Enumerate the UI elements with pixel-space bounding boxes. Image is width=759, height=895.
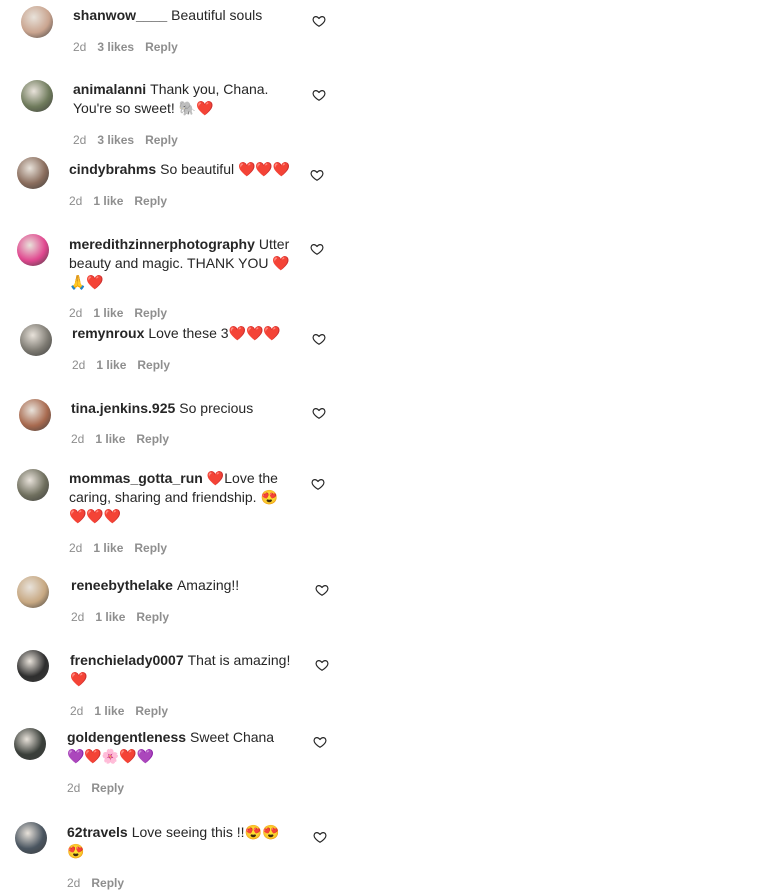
comment-text-block: animalanni Thank you, Chana. You're so sw… (73, 80, 298, 118)
comment-username[interactable]: shanwow____ (73, 7, 167, 23)
avatar[interactable] (14, 728, 46, 760)
comment-meta: 2d 3 likes Reply (73, 133, 189, 147)
avatar[interactable] (20, 324, 52, 356)
comment-likes[interactable]: 1 like (95, 610, 125, 624)
comment-meta: 2d Reply (67, 876, 135, 890)
comment-likes[interactable]: 1 like (93, 306, 123, 320)
comment-meta: 2d 1 like Reply (69, 194, 178, 208)
comment-time: 2d (69, 194, 83, 208)
comment-text-block: meredithzinnerphotography Utter beauty an… (69, 235, 294, 292)
comment-text: So precious (179, 400, 254, 416)
reply-button[interactable]: Reply (134, 306, 167, 320)
comment-time: 2d (69, 306, 83, 320)
comment-likes[interactable]: 1 like (93, 194, 123, 208)
comment-text-block: reneebythelake Amazing!! (71, 576, 296, 595)
avatar[interactable] (17, 469, 49, 501)
comment-time: 2d (69, 541, 83, 555)
comment-likes[interactable]: 3 likes (97, 133, 134, 147)
comment-meta: 2d Reply (67, 781, 135, 795)
comment-likes[interactable]: 1 like (96, 358, 126, 372)
heart-outline-icon[interactable] (312, 406, 326, 420)
avatar[interactable] (17, 157, 49, 189)
reply-button[interactable]: Reply (91, 781, 124, 795)
comment-text-block: remynroux Love these 3❤️❤️❤️ (72, 324, 297, 343)
comment-meta: 2d 1 like Reply (69, 541, 178, 555)
comment-meta: 2d 1 like Reply (70, 704, 179, 718)
comment-time: 2d (71, 610, 85, 624)
heart-outline-icon[interactable] (315, 658, 329, 672)
reply-button[interactable]: Reply (134, 541, 167, 555)
reply-button[interactable]: Reply (136, 610, 169, 624)
comment-meta: 2d 3 likes Reply (73, 40, 189, 54)
comment-text: So beautiful ❤️❤️❤️ (160, 161, 291, 177)
heart-outline-icon[interactable] (313, 830, 327, 844)
heart-outline-icon[interactable] (310, 242, 324, 256)
comment-text-block: 62travels Love seeing this !!😍😍 😍 (67, 823, 292, 861)
avatar[interactable] (17, 234, 49, 266)
comment-meta: 2d 1 like Reply (71, 610, 180, 624)
comment-username[interactable]: mommas_gotta_run (69, 470, 203, 486)
comments-list: shanwow____ Beautiful souls 2d 3 likes Reply… (0, 0, 759, 895)
comment-time: 2d (72, 358, 86, 372)
comment-username[interactable]: reneebythelake (71, 577, 173, 593)
comment-text: Amazing!! (176, 577, 240, 593)
comment-time: 2d (71, 432, 85, 446)
avatar[interactable] (21, 6, 53, 38)
comment-username[interactable]: cindybrahms (69, 161, 156, 177)
comment-text-block: mommas_gotta_run ❤️Love the caring, shari… (69, 469, 294, 526)
reply-button[interactable]: Reply (136, 432, 169, 446)
comment-text: Beautiful souls (171, 7, 263, 23)
comment-username[interactable]: goldengentleness (67, 729, 186, 745)
comment-text-block: shanwow____ Beautiful souls (73, 6, 298, 25)
heart-outline-icon[interactable] (311, 477, 325, 491)
avatar[interactable] (17, 576, 49, 608)
comment-meta: 2d 1 like Reply (72, 358, 181, 372)
avatar[interactable] (17, 650, 49, 682)
reply-button[interactable]: Reply (137, 358, 170, 372)
heart-outline-icon[interactable] (312, 88, 326, 102)
comment-text-block: cindybrahms So beautiful ❤️❤️❤️ (69, 160, 294, 179)
avatar[interactable] (21, 80, 53, 112)
comment-time: 2d (67, 876, 81, 890)
comment-time: 2d (73, 133, 87, 147)
comment-likes[interactable]: 3 likes (97, 40, 134, 54)
comment-username[interactable]: tina.jenkins.925 (71, 400, 175, 416)
heart-outline-icon[interactable] (315, 583, 329, 597)
comment-username[interactable]: 62travels (67, 824, 128, 840)
comment-meta: 2d 1 like Reply (71, 432, 180, 446)
comment-meta: 2d 1 like Reply (69, 306, 178, 320)
comment-time: 2d (67, 781, 81, 795)
comment-text: Love these 3❤️❤️❤️ (148, 325, 281, 341)
comment-username[interactable]: remynroux (72, 325, 144, 341)
heart-outline-icon[interactable] (310, 168, 324, 182)
comment-username[interactable]: meredithzinnerphotography (69, 236, 255, 252)
comment-text-block: goldengentleness Sweet Chana 💜❤️🌸❤️💜 (67, 728, 292, 766)
comment-text-block: frenchielady0007 That is amazing!❤️ (70, 651, 295, 689)
reply-button[interactable]: Reply (134, 194, 167, 208)
heart-outline-icon[interactable] (312, 14, 326, 28)
comment-likes[interactable]: 1 like (94, 704, 124, 718)
reply-button[interactable]: Reply (135, 704, 168, 718)
heart-outline-icon[interactable] (312, 332, 326, 346)
comment-likes[interactable]: 1 like (93, 541, 123, 555)
avatar[interactable] (19, 399, 51, 431)
reply-button[interactable]: Reply (145, 40, 178, 54)
reply-button[interactable]: Reply (91, 876, 124, 890)
comment-username[interactable]: animalanni (73, 81, 146, 97)
comment-text-block: tina.jenkins.925 So precious (71, 399, 296, 418)
comment-likes[interactable]: 1 like (95, 432, 125, 446)
comment-username[interactable]: frenchielady0007 (70, 652, 184, 668)
comment-time: 2d (73, 40, 87, 54)
heart-outline-icon[interactable] (313, 735, 327, 749)
comment-time: 2d (70, 704, 84, 718)
avatar[interactable] (15, 822, 47, 854)
reply-button[interactable]: Reply (145, 133, 178, 147)
